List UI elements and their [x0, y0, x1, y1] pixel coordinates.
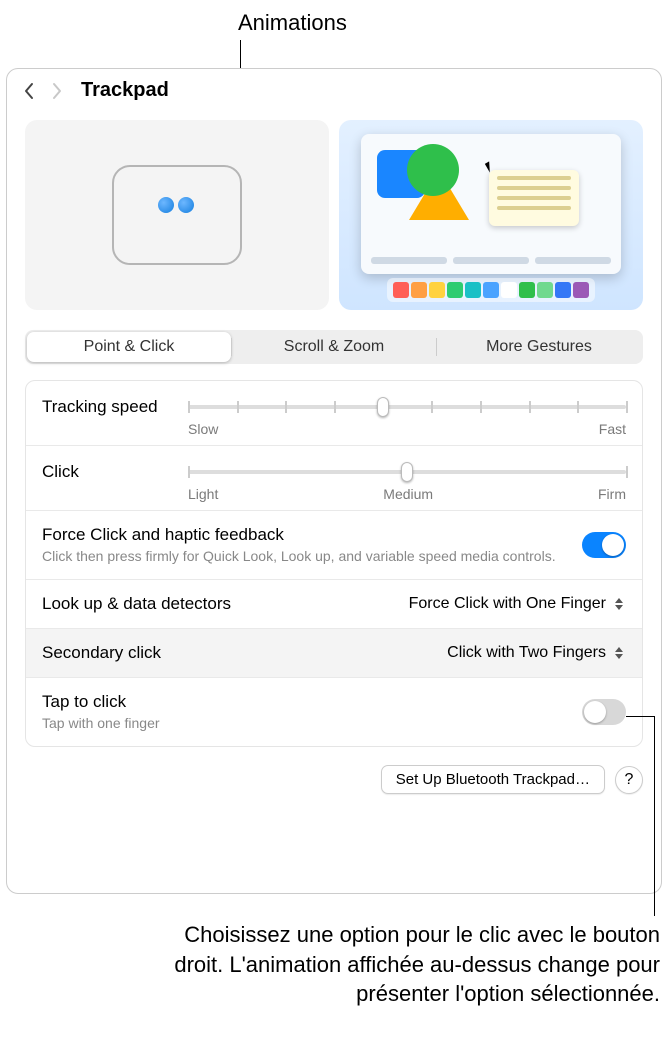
callout-animations: Animations: [238, 10, 347, 36]
page-title: Trackpad: [81, 79, 169, 102]
updown-icon: [612, 644, 626, 662]
dock-app-icon: [465, 282, 481, 298]
forward-icon[interactable]: [51, 82, 63, 100]
click-legend-firm: Firm: [598, 486, 626, 502]
row-click-strength: Click Light Medium Firm: [26, 446, 642, 511]
dock-app-icon: [537, 282, 553, 298]
force-click-label: Force Click and haptic feedback: [42, 525, 556, 545]
row-tracking-speed: Tracking speed Slow Fast: [26, 381, 642, 446]
secondary-click-select[interactable]: Click with Two Fingers: [447, 644, 626, 662]
toolbar: Trackpad: [7, 69, 661, 106]
click-label: Click: [42, 462, 172, 482]
dock-app-icon: [501, 282, 517, 298]
row-tap-to-click: Tap to click Tap with one finger: [26, 678, 642, 746]
force-click-sub: Click then press firmly for Quick Look, …: [42, 547, 556, 565]
footer: Set Up Bluetooth Trackpad… ?: [7, 747, 661, 794]
help-button[interactable]: ?: [615, 766, 643, 794]
previews-row: [7, 106, 661, 320]
finger-dot: [158, 197, 174, 213]
dock-app-icon: [411, 282, 427, 298]
lookup-label: Look up & data detectors: [42, 594, 231, 614]
dock-app-icon: [393, 282, 409, 298]
dock-preview: [387, 278, 595, 302]
force-click-toggle[interactable]: [582, 532, 626, 558]
callout-secondary-click: Choisissez une option pour le clic avec …: [170, 920, 660, 1009]
tracking-speed-slider[interactable]: [188, 395, 626, 419]
row-lookup: Look up & data detectors Force Click wit…: [26, 580, 642, 629]
finger-dot: [178, 197, 194, 213]
click-slider[interactable]: [188, 460, 626, 484]
bluetooth-trackpad-button[interactable]: Set Up Bluetooth Trackpad…: [381, 765, 605, 794]
dock-app-icon: [573, 282, 589, 298]
tab-more-gestures[interactable]: More Gestures: [437, 332, 641, 362]
dock-app-icon: [519, 282, 535, 298]
tap-to-click-sub: Tap with one finger: [42, 714, 160, 732]
tab-point-click[interactable]: Point & Click: [27, 332, 231, 362]
click-legend-light: Light: [188, 486, 218, 502]
row-force-click: Force Click and haptic feedback Click th…: [26, 511, 642, 580]
row-secondary-click: Secondary click Click with Two Fingers: [26, 629, 642, 678]
tracking-legend-slow: Slow: [188, 421, 218, 437]
secondary-click-label: Secondary click: [42, 643, 161, 663]
callout-line-bottom-h: [626, 716, 654, 717]
tab-bar: Point & ClickScroll & ZoomMore Gestures: [25, 330, 643, 364]
dock-app-icon: [555, 282, 571, 298]
settings-panel: Tracking speed Slow Fast Click: [25, 380, 643, 747]
dock-app-icon: [429, 282, 445, 298]
tap-to-click-toggle[interactable]: [582, 699, 626, 725]
lookup-select[interactable]: Force Click with One Finger: [409, 595, 626, 613]
callout-line-bottom-v: [654, 716, 655, 916]
screen-animation-preview: [339, 120, 643, 310]
updown-icon: [612, 595, 626, 613]
tracking-speed-label: Tracking speed: [42, 397, 172, 417]
dock-app-icon: [447, 282, 463, 298]
trackpad-settings-window: Trackpad: [6, 68, 662, 894]
tab-scroll-zoom[interactable]: Scroll & Zoom: [232, 332, 436, 362]
trackpad-animation-preview: [25, 120, 329, 310]
secondary-click-value: Click with Two Fingers: [447, 644, 606, 662]
back-icon[interactable]: [23, 82, 35, 100]
click-legend-medium: Medium: [218, 486, 598, 502]
tracking-legend-fast: Fast: [599, 421, 626, 437]
tap-to-click-label: Tap to click: [42, 692, 160, 712]
dock-app-icon: [483, 282, 499, 298]
nav-arrows: [23, 82, 63, 100]
trackpad-icon: [112, 165, 242, 265]
lookup-value: Force Click with One Finger: [409, 595, 606, 613]
